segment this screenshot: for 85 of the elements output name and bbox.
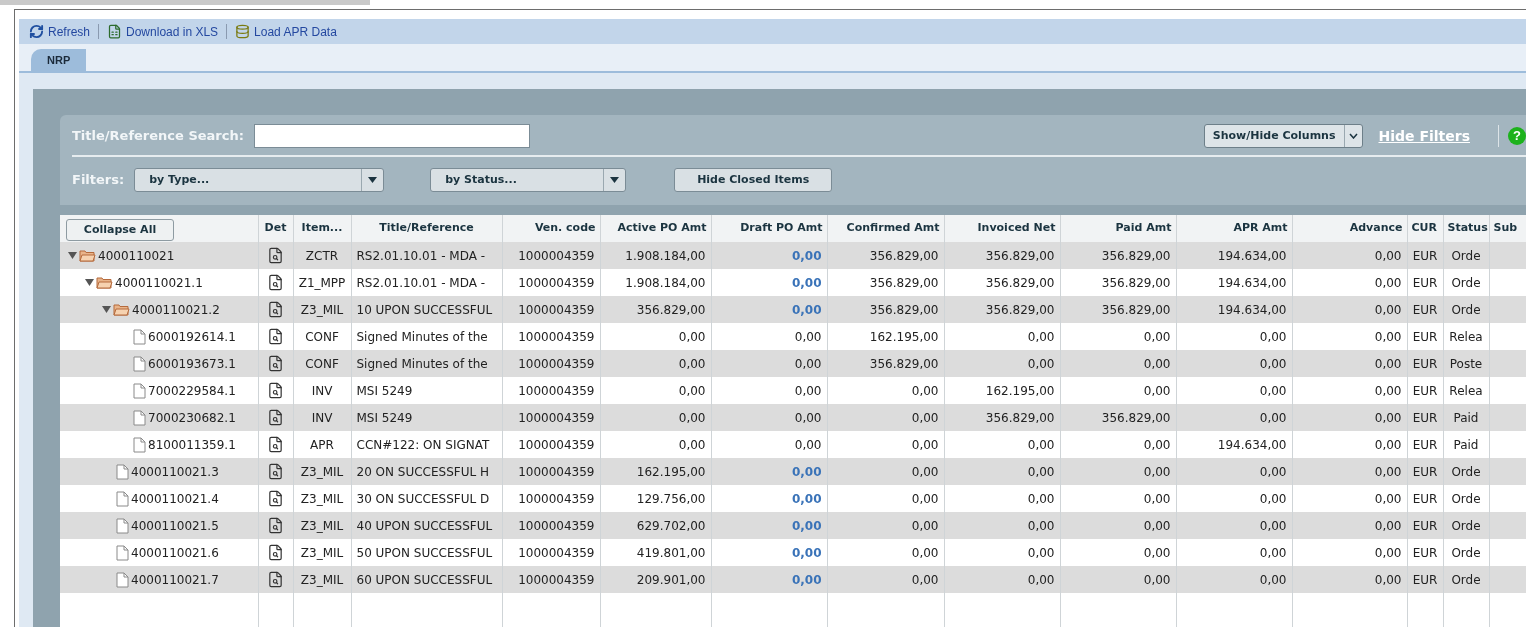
table-row[interactable]: 4000110021.6 Z3_MIL 50 UPON SUCCESSFUL 1000004359 419.801,00 0,00 0,00 0,00 0,00 0,00 0,00 EUR Orde bbox=[60, 539, 1526, 566]
table-cell: 0,00 bbox=[827, 566, 944, 593]
search-label: Title/Reference Search: bbox=[72, 127, 244, 146]
collapse-all-button[interactable]: Collapse All bbox=[66, 219, 174, 242]
document-icon bbox=[133, 436, 146, 453]
table-cell: Z3_MIL bbox=[293, 566, 351, 593]
details-icon[interactable] bbox=[267, 328, 284, 345]
details-icon[interactable] bbox=[267, 301, 284, 318]
details-icon[interactable] bbox=[267, 571, 284, 588]
table-row[interactable]: 4000110021.3 Z3_MIL 20 ON SUCCESSFUL H 1000004359 162.195,00 0,00 0,00 0,00 0,00 0,00 0,00 EUR Orde bbox=[60, 458, 1526, 485]
table-cell: 0,00 bbox=[944, 566, 1060, 593]
document-icon bbox=[116, 490, 129, 507]
table-row[interactable]: 4000110021.4 Z3_MIL 30 ON SUCCESSFUL D 1000004359 129.756,00 0,00 0,00 0,00 0,00 0,00 0,00 EUR Orde bbox=[60, 485, 1526, 512]
tree-item-label: 4000110021.2 bbox=[132, 301, 220, 319]
tree-item-label: 7000229584.1 bbox=[148, 382, 236, 400]
details-icon[interactable] bbox=[267, 463, 284, 480]
table-row[interactable]: 4000110021.5 Z3_MIL 40 UPON SUCCESSFUL 1000004359 629.702,00 0,00 0,00 0,00 0,00 0,00 0,00 EUR Orde bbox=[60, 512, 1526, 539]
database-icon bbox=[235, 24, 251, 39]
toolbar-button[interactable]: Load APR Data bbox=[235, 22, 337, 41]
table-cell: 0,00 bbox=[1060, 566, 1176, 593]
filters-label: Filters: bbox=[72, 171, 125, 190]
details-icon[interactable] bbox=[267, 274, 284, 291]
table-row[interactable]: 4000110021 ZCTR RS2.01.10.01 - MDA - 1000004359 1.908.184,00 0,00 356.829,00 356.829,00 356.829,00 194.634,00 0,00 EUR Orde bbox=[60, 242, 1526, 269]
details-icon[interactable] bbox=[267, 382, 284, 399]
details-icon[interactable] bbox=[267, 247, 284, 264]
document-icon bbox=[133, 328, 146, 345]
caret-icon bbox=[610, 177, 620, 183]
document-icon bbox=[133, 382, 146, 399]
table-row[interactable]: 4000110021.1 Z1_MPP RS2.01.10.01 - MDA - 1000004359 1.908.184,00 0,00 356.829,00 356.829,00 356.829,00 194.634,00 0,00 EUR Orde bbox=[60, 269, 1526, 296]
show-hide-columns-dropdown[interactable]: Show/Hide Columns bbox=[1203, 124, 1363, 148]
caret-icon bbox=[368, 177, 378, 183]
table-row[interactable]: 4000110021.7 Z3_MIL 60 UPON SUCCESSFUL 1000004359 209.901,00 0,00 0,00 0,00 0,00 0,00 0,00 EUR Orde bbox=[60, 566, 1526, 593]
table-cell: 0,00 bbox=[1176, 566, 1292, 593]
search-field[interactable] bbox=[253, 124, 530, 148]
table-cell: 0,00 bbox=[1292, 566, 1407, 593]
tree-item-label: 4000110021.4 bbox=[131, 490, 219, 508]
table-row[interactable]: 6000193673.1 CONF Signed Minutes of the 1000004359 0,00 0,00 356.829,00 0,00 0,00 0,00 0,00 EUR Poste bbox=[60, 350, 1526, 377]
document-icon bbox=[116, 544, 129, 561]
tree-item-label: 4000110021.6 bbox=[131, 544, 219, 562]
spreadsheet-icon bbox=[107, 24, 123, 39]
details-icon[interactable] bbox=[267, 436, 284, 453]
tree-item-label: 4000110021.3 bbox=[131, 463, 219, 481]
document-icon bbox=[116, 517, 129, 534]
table-row[interactable]: 7000230682.1 INV MSI 5249 1000004359 0,00 0,00 0,00 356.829,00 356.829,00 0,00 0,00 EUR Paid bbox=[60, 404, 1526, 431]
table-row[interactable]: 4000110021.2 Z3_MIL 10 UPON SUCCESSFUL 1000004359 356.829,00 0,00 356.829,00 356.829,00 356.829,00 194.634,00 0,00 EUR Orde bbox=[60, 296, 1526, 323]
tree-item-label: 4000110021.7 bbox=[131, 571, 219, 589]
expand-triangle-icon[interactable] bbox=[68, 251, 77, 260]
table-row[interactable]: 8100011359.1 APR CCN#122: ON SIGNAT 1000004359 0,00 0,00 0,00 0,00 0,00 194.634,00 0,00 EUR Paid bbox=[60, 431, 1526, 458]
details-icon[interactable] bbox=[267, 544, 284, 561]
tab[interactable]: NRP bbox=[31, 49, 87, 71]
folder-icon bbox=[96, 276, 113, 289]
tree-item-label: 6000192614.1 bbox=[148, 328, 236, 346]
tree-item-label: 4000110021 bbox=[98, 247, 175, 265]
hide-closed-items-button[interactable]: Hide Closed Items bbox=[674, 168, 833, 192]
table-cell: 209.901,00 bbox=[600, 566, 711, 593]
filter-select[interactable]: by Status... bbox=[430, 168, 627, 192]
folder-icon bbox=[113, 303, 130, 316]
expand-triangle-icon[interactable] bbox=[85, 278, 94, 287]
details-icon[interactable] bbox=[267, 409, 284, 426]
table-cell: 0,00 bbox=[711, 566, 827, 593]
folder-icon bbox=[79, 249, 96, 262]
refresh-icon bbox=[29, 24, 44, 39]
document-icon bbox=[133, 355, 146, 372]
document-icon bbox=[116, 571, 129, 588]
details-icon[interactable] bbox=[267, 355, 284, 372]
tree-item-label: 4000110021.5 bbox=[131, 517, 219, 535]
tree-item-label: 8100011359.1 bbox=[148, 436, 236, 454]
details-icon[interactable] bbox=[267, 490, 284, 507]
chevron-down-icon bbox=[1348, 133, 1358, 139]
toolbar-button[interactable]: Refresh bbox=[29, 22, 91, 41]
tree-item-label: 4000110021.1 bbox=[115, 274, 203, 292]
toolbar-button[interactable]: Download in XLS bbox=[107, 22, 219, 41]
table-row[interactable]: 6000192614.1 CONF Signed Minutes of the 1000004359 0,00 0,00 162.195,00 0,00 0,00 0,00 0,00 EUR Relea bbox=[60, 323, 1526, 350]
table-cell: 1000004359 bbox=[502, 566, 600, 593]
table-row[interactable]: 7000229584.1 INV MSI 5249 1000004359 0,00 0,00 0,00 162.195,00 0,00 0,00 0,00 EUR Relea bbox=[60, 377, 1526, 404]
filter-select[interactable]: by Type... bbox=[134, 168, 385, 192]
expand-triangle-icon[interactable] bbox=[102, 305, 111, 314]
tree-item-label: 6000193673.1 bbox=[148, 355, 236, 373]
document-icon bbox=[116, 463, 129, 480]
document-icon bbox=[133, 409, 146, 426]
tree-item-label: 7000230682.1 bbox=[148, 409, 236, 427]
table-cell: EUR bbox=[1407, 566, 1443, 593]
details-icon[interactable] bbox=[267, 517, 284, 534]
table-cell: Orde bbox=[1443, 566, 1489, 593]
table-cell: 60 UPON SUCCESSFUL bbox=[351, 566, 502, 593]
